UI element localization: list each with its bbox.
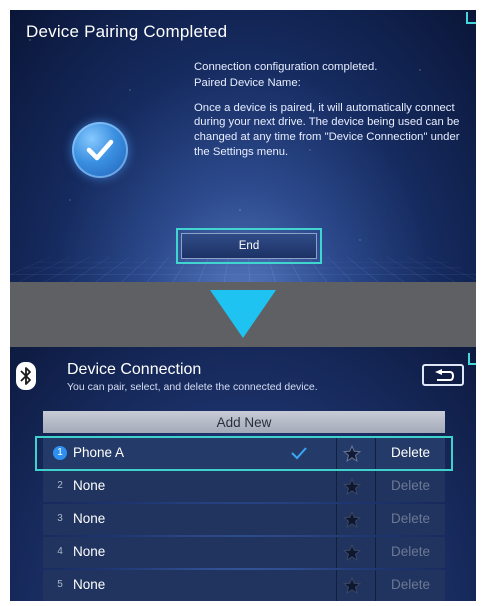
end-button-label: End: [181, 233, 317, 259]
delete-button[interactable]: Delete: [376, 511, 445, 526]
bluetooth-icon: [16, 362, 36, 390]
device-connection-screen: Device Connection You can pair, select, …: [10, 347, 476, 601]
device-name: None: [73, 544, 106, 559]
corner-mark: [468, 353, 476, 365]
selection-highlight: [35, 436, 453, 471]
message-body: Once a device is paired, it will automat…: [194, 101, 460, 158]
transition-band: [10, 282, 476, 347]
message-line: Connection configuration completed.: [194, 61, 378, 73]
device-row[interactable]: 5 None Delete: [43, 570, 445, 601]
section-title: Device Connection: [67, 361, 202, 378]
delete-button[interactable]: Delete: [376, 544, 445, 559]
device-name: None: [73, 577, 106, 592]
pairing-complete-screen: Device Pairing Completed Connection conf…: [10, 10, 476, 282]
delete-button[interactable]: Delete: [376, 577, 445, 592]
favorite-star-icon[interactable]: [343, 577, 361, 594]
check-circle-icon: [72, 122, 128, 178]
down-arrow-icon: [210, 290, 276, 338]
divider: [336, 570, 337, 601]
page-title: Device Pairing Completed: [26, 22, 228, 41]
divider: [336, 504, 337, 535]
favorite-star-icon[interactable]: [343, 478, 361, 495]
delete-button[interactable]: Delete: [376, 478, 445, 493]
device-number: 4: [57, 546, 63, 557]
back-icon: [435, 369, 455, 381]
device-row[interactable]: 4 None Delete: [43, 537, 445, 568]
pairing-message: Connection configuration completed. Pair…: [194, 60, 466, 160]
device-row[interactable]: 2 None Delete: [43, 471, 445, 502]
end-button[interactable]: End: [176, 228, 322, 264]
paired-device-name-label: Paired Device Name:: [194, 76, 301, 89]
device-name: None: [73, 478, 106, 493]
divider: [336, 471, 337, 502]
corner-mark: [466, 12, 476, 24]
figure-frame: Device Pairing Completed Connection conf…: [10, 10, 476, 601]
device-number: 3: [57, 513, 63, 524]
device-name: None: [73, 511, 106, 526]
device-number: 5: [57, 579, 63, 590]
add-new-button[interactable]: Add New: [43, 411, 445, 433]
favorite-star-icon[interactable]: [343, 511, 361, 528]
divider: [336, 537, 337, 568]
favorite-star-icon[interactable]: [343, 544, 361, 561]
device-row[interactable]: 3 None Delete: [43, 504, 445, 535]
device-number: 2: [57, 480, 63, 491]
back-button[interactable]: [422, 364, 464, 386]
section-subtitle: You can pair, select, and delete the con…: [67, 381, 318, 393]
